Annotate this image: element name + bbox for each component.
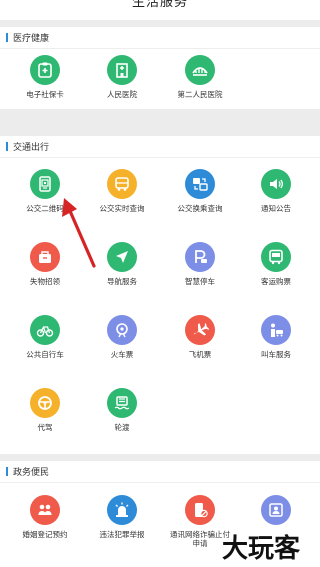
parking-icon [185,242,215,272]
medical-card-icon [30,55,60,85]
bus-transfer-icon [185,169,215,199]
section-transport: 交通出行 公交二维码 公交实时查询 公交换乘查询 通知公告 失物招领 导航服务 … [0,136,320,454]
steering-wheel-icon [30,388,60,418]
section-header: 政务便民 [0,461,320,483]
service-ferry[interactable]: 轮渡 [82,376,162,442]
svg-text:大玩客: 大玩客 [222,533,301,564]
section-accent-bar [6,142,8,151]
section-title: 政务便民 [13,468,50,478]
service-train-ticket[interactable]: 火车票 [82,303,162,369]
service-lost-found[interactable]: 失物招领 [5,230,85,296]
service-label: 电子社保卡 [26,90,64,99]
section-header: 交通出行 [0,136,320,158]
service-label: 导航服务 [107,277,137,286]
service-label: 违法犯罪举报 [99,530,145,539]
police-light-icon [107,495,137,525]
service-label: 智慧停车 [185,277,215,286]
service-coach-ticket[interactable]: 客运购票 [236,230,316,296]
speaker-icon [261,169,291,199]
service-label: 客运购票 [261,277,291,286]
service-bus-realtime[interactable]: 公交实时查询 [82,157,162,223]
section-accent-bar [6,467,8,476]
service-label: 火车票 [110,350,134,359]
section-accent-bar [6,33,8,42]
service-label: 轮渡 [114,423,130,432]
service-notice[interactable]: 通知公告 [236,157,316,223]
service-label: 公交实时查询 [99,204,145,213]
coach-ticket-icon [261,242,291,272]
section-title: 交通出行 [13,143,50,153]
service-navigation[interactable]: 导航服务 [82,230,162,296]
phone-fraud-icon [185,495,215,525]
service-crime-report[interactable]: 违法犯罪举报 [82,483,162,549]
hospital-icon [107,55,137,85]
service-label: 第二人民医院 [177,90,223,99]
service-second-hospital[interactable]: 第二人民医院 [160,43,240,109]
service-bus-transfer[interactable]: 公交换乘查询 [160,157,240,223]
service-peoples-hospital[interactable]: 人民医院 [82,43,162,109]
service-taxi[interactable]: 叫车服务 [236,303,316,369]
service-public-bike[interactable]: 公共自行车 [5,303,85,369]
person-id-icon [261,495,291,525]
service-marriage-appointment[interactable]: 婚姻登记预约 [5,483,85,549]
service-bus-qr[interactable]: 公交二维码 [5,157,85,223]
service-label: 公交二维码 [26,204,64,213]
service-medical-card[interactable]: 电子社保卡 [5,43,85,109]
taxi-icon [261,315,291,345]
marriage-icon [30,495,60,525]
service-label: 失物招领 [30,277,60,286]
service-label: 公共自行车 [26,350,64,359]
page-title: 生活服务 [131,0,188,10]
service-label: 公交换乘查询 [177,204,223,213]
bus-realtime-icon [107,169,137,199]
service-designated-driver[interactable]: 代驾 [5,376,85,442]
navigation-icon [107,242,137,272]
hospital-arch-icon [185,55,215,85]
service-label: 婚姻登记预约 [22,530,68,539]
top-bar: 生活服务 [0,0,320,20]
service-flight-ticket[interactable]: 飞机票 [160,303,240,369]
service-smart-parking[interactable]: 智慧停车 [160,230,240,296]
section-medical: 医疗健康 电子社保卡 人民医院 第二人民医院 [0,27,320,109]
service-label: 飞机票 [188,350,212,359]
bicycle-icon [30,315,60,345]
qr-code-icon [30,169,60,199]
service-label: 通知公告 [261,204,291,213]
lost-found-icon [30,242,60,272]
train-icon [107,315,137,345]
watermark-logo: 大玩客 [220,528,316,565]
ferry-icon [107,388,137,418]
airplane-icon [185,315,215,345]
service-label: 人民医院 [107,90,137,99]
service-label: 叫车服务 [261,350,291,359]
service-label: 代驾 [37,423,53,432]
